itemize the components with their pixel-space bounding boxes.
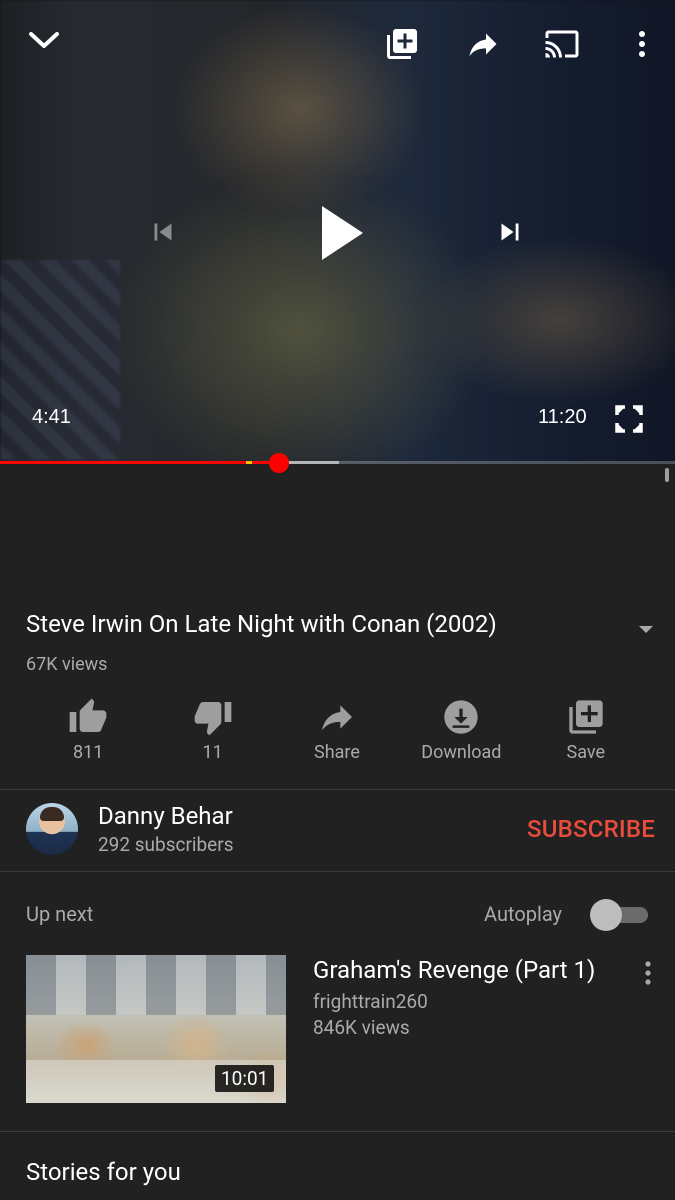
share-button[interactable]: Share	[275, 695, 399, 775]
divider	[0, 1131, 675, 1132]
toggle-knob	[590, 899, 622, 931]
dislike-button[interactable]: 11	[150, 695, 274, 775]
channel-avatar[interactable]	[26, 803, 78, 855]
seek-marker	[246, 461, 252, 464]
video-player[interactable]: 4:41 11:20	[0, 0, 675, 464]
expand-description-icon[interactable]	[637, 620, 655, 638]
download-label: Download	[421, 742, 502, 763]
save-icon	[566, 695, 606, 739]
scroll-indicator[interactable]	[665, 468, 669, 482]
like-button[interactable]: 811	[26, 695, 150, 775]
like-count: 811	[73, 742, 104, 763]
divider	[0, 789, 675, 790]
video-title: Steve Irwin On Late Night with Conan (20…	[26, 610, 497, 638]
more-vert-icon[interactable]	[640, 960, 656, 986]
channel-name[interactable]: Danny Behar	[98, 802, 233, 830]
seek-thumb[interactable]	[268, 453, 289, 473]
collapse-chevron-icon[interactable]	[22, 22, 66, 60]
seek-bar[interactable]	[0, 453, 675, 473]
subscriber-count: 292 subscribers	[98, 833, 234, 856]
divider	[0, 871, 675, 872]
duration-time: 11:20	[538, 406, 587, 428]
more-vert-icon[interactable]	[628, 24, 656, 64]
up-next-heading: Up next	[26, 902, 94, 926]
share-icon	[317, 695, 357, 739]
download-icon	[441, 695, 481, 739]
previous-icon[interactable]	[143, 212, 183, 252]
recommendation-views: 846K views	[313, 1016, 410, 1039]
share-label: Share	[314, 742, 360, 763]
save-label: Save	[566, 742, 606, 763]
subscribe-button[interactable]: SUBSCRIBE	[527, 815, 655, 843]
fullscreen-icon[interactable]	[612, 402, 646, 436]
dislike-count: 11	[202, 742, 223, 763]
share-icon[interactable]	[462, 24, 504, 64]
add-to-playlist-icon[interactable]	[382, 24, 422, 64]
stories-heading: Stories for you	[26, 1158, 181, 1186]
autoplay-label: Autoplay	[484, 902, 563, 926]
thumbs-down-icon	[193, 695, 233, 739]
recommendation-title[interactable]: Graham's Revenge (Part 1)	[313, 956, 595, 984]
thumbs-up-icon	[68, 695, 108, 739]
cast-icon[interactable]	[540, 24, 584, 64]
download-button[interactable]: Download	[399, 695, 523, 775]
action-bar: 811 11 Share Download Save	[26, 695, 648, 775]
recommendation-channel: frighttrain260	[313, 990, 428, 1013]
current-time: 4:41	[32, 406, 71, 428]
save-button[interactable]: Save	[524, 695, 648, 775]
seek-played	[0, 461, 279, 464]
play-icon[interactable]	[312, 200, 372, 266]
autoplay-toggle[interactable]	[590, 899, 650, 931]
next-icon[interactable]	[490, 212, 530, 252]
view-count: 67K views	[26, 654, 108, 675]
thumbnail-duration: 10:01	[215, 1065, 275, 1092]
